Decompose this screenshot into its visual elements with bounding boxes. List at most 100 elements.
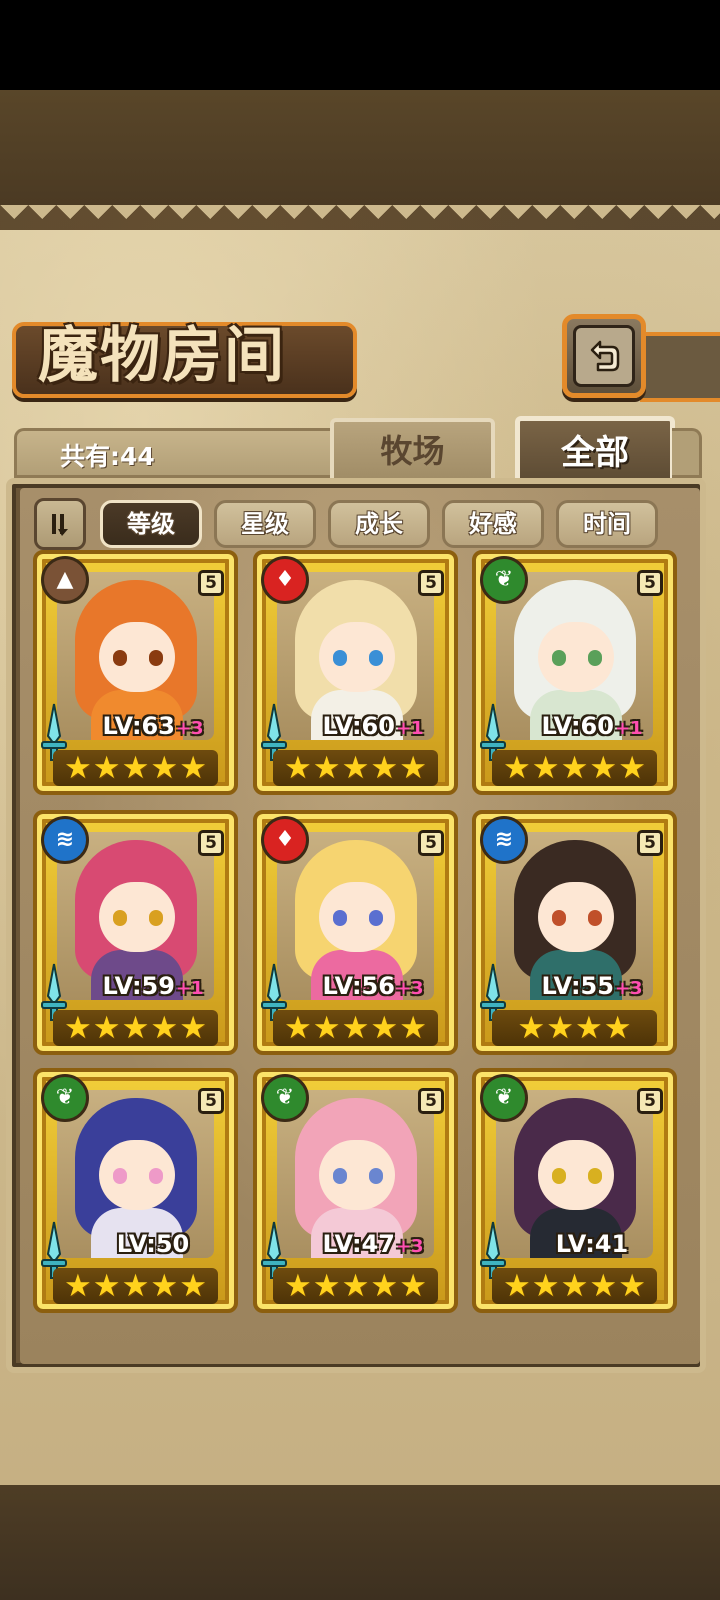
tab-all-label: 全部: [561, 433, 629, 473]
portrait-face: [319, 882, 395, 952]
portrait-eye: [149, 1168, 163, 1184]
filter-affection[interactable]: 好感: [442, 500, 544, 548]
tab-rail: [672, 428, 702, 478]
nature-element-icon: ❦: [480, 556, 528, 604]
tab-farm-label: 牧场: [380, 432, 445, 470]
monster-level: LV:55+3: [512, 972, 672, 1006]
monster-level: LV:60+1: [293, 712, 453, 746]
star-rating: ★ ★ ★ ★ ★: [492, 1268, 657, 1304]
star-icon: ★: [517, 1010, 546, 1046]
portrait-eye: [588, 910, 602, 926]
fire-element-icon: ♦: [261, 816, 309, 864]
star-rating: ★ ★ ★ ★ ★: [273, 1010, 438, 1046]
rarity-badge: 5: [637, 570, 663, 596]
level-bonus: +1: [614, 718, 643, 739]
rarity-badge: 5: [418, 1088, 444, 1114]
parchment-edge-bottom: [0, 1458, 720, 1486]
star-icon: ★: [546, 1010, 574, 1046]
filter-star[interactable]: 星级: [214, 500, 316, 548]
star-icon: ★: [284, 1010, 312, 1046]
rarity-badge: 5: [637, 830, 663, 856]
star-icon: ★: [92, 750, 121, 786]
portrait-face: [538, 882, 614, 952]
nature-element-icon: ❦: [261, 1074, 309, 1122]
level-bonus: +3: [395, 978, 424, 999]
monster-level: LV:63+3: [73, 712, 233, 746]
monster-level: LV:56+3: [293, 972, 453, 1006]
monster-card[interactable]: ❦ 5 LV:41 ★ ★ ★ ★ ★: [472, 1068, 677, 1313]
star-icon: ★: [64, 1268, 92, 1304]
monster-card[interactable]: ▲ 5 LV:63+3 ★ ★ ★ ★ ★: [33, 550, 238, 795]
level-text: LV:60: [322, 712, 395, 740]
star-icon: ★: [341, 1010, 370, 1046]
star-icon: ★: [150, 1268, 179, 1304]
monster-card[interactable]: ♦ 5 LV:56+3 ★ ★ ★ ★ ★: [253, 810, 458, 1055]
page-title: 魔物房间: [38, 321, 286, 391]
star-icon: ★: [589, 1268, 618, 1304]
portrait-face: [99, 622, 175, 692]
star-icon: ★: [121, 1268, 150, 1304]
monster-card[interactable]: ♦ 5 LV:60+1 ★ ★ ★ ★ ★: [253, 550, 458, 795]
level-bonus: +1: [175, 978, 204, 999]
filter-growth[interactable]: 成长: [328, 500, 430, 548]
rarity-badge: 5: [418, 570, 444, 596]
star-icon: ★: [560, 1268, 589, 1304]
star-rating: ★ ★ ★ ★ ★: [53, 750, 218, 786]
star-icon: ★: [341, 750, 370, 786]
star-rating: ★ ★ ★ ★ ★: [53, 1010, 218, 1046]
level-text: LV:55: [541, 972, 614, 1000]
tab-farm[interactable]: 牧场: [330, 418, 495, 480]
star-icon: ★: [618, 750, 646, 786]
star-icon: ★: [150, 750, 179, 786]
monster-count: 共有:44: [60, 442, 155, 471]
back-button[interactable]: [562, 314, 646, 398]
level-bonus: +3: [175, 718, 204, 739]
level-bonus: +3: [395, 1236, 424, 1257]
background-band-top: [0, 90, 720, 205]
filter-level[interactable]: 等级: [100, 500, 202, 548]
level-bonus: +1: [395, 718, 424, 739]
portrait-eye: [588, 650, 602, 666]
level-text: LV:50: [116, 1230, 190, 1258]
sort-order-toggle[interactable]: [34, 498, 86, 550]
back-button-rail: [640, 332, 720, 402]
portrait-eye: [369, 1168, 383, 1184]
portrait-eye: [113, 910, 127, 926]
portrait-face: [319, 1140, 395, 1210]
star-icon: ★: [312, 1268, 341, 1304]
star-icon: ★: [589, 750, 618, 786]
monster-level: LV:47+3: [293, 1230, 453, 1264]
star-icon: ★: [121, 750, 150, 786]
monster-card[interactable]: ≋ 5 LV:59+1 ★ ★ ★ ★ ★: [33, 810, 238, 1055]
portrait-eye: [149, 650, 163, 666]
portrait-face: [538, 1140, 614, 1210]
back-arrow-icon: [590, 340, 620, 372]
portrait-eye: [149, 910, 163, 926]
background-band-bottom: [0, 1485, 720, 1600]
star-icon: ★: [399, 750, 427, 786]
monster-card[interactable]: ❦ 5 LV:50 ★ ★ ★ ★ ★: [33, 1068, 238, 1313]
star-icon: ★: [150, 1010, 179, 1046]
monster-level: LV:60+1: [512, 712, 672, 746]
earth-element-icon: ▲: [41, 556, 89, 604]
fire-element-icon: ♦: [261, 556, 309, 604]
portrait-eye: [113, 1168, 127, 1184]
tab-all[interactable]: 全部: [515, 416, 675, 484]
level-text: LV:47: [322, 1230, 395, 1258]
monster-card[interactable]: ❦ 5 LV:60+1 ★ ★ ★ ★ ★: [472, 550, 677, 795]
monster-card[interactable]: ❦ 5 LV:47+3 ★ ★ ★ ★ ★: [253, 1068, 458, 1313]
star-rating: ★ ★ ★ ★ ★: [53, 1268, 218, 1304]
star-icon: ★: [312, 750, 341, 786]
star-icon: ★: [284, 1268, 312, 1304]
portrait-face: [538, 622, 614, 692]
star-icon: ★: [531, 750, 560, 786]
portrait-eye: [552, 650, 566, 666]
filter-time[interactable]: 时间: [556, 500, 658, 548]
star-icon: ★: [341, 1268, 370, 1304]
portrait-eye: [552, 910, 566, 926]
rarity-badge: 5: [637, 1088, 663, 1114]
star-icon: ★: [64, 1010, 92, 1046]
monster-card[interactable]: ≋ 5 LV:55+3 ★ ★ ★ ★: [472, 810, 677, 1055]
star-icon: ★: [399, 1268, 427, 1304]
nature-element-icon: ❦: [480, 1074, 528, 1122]
